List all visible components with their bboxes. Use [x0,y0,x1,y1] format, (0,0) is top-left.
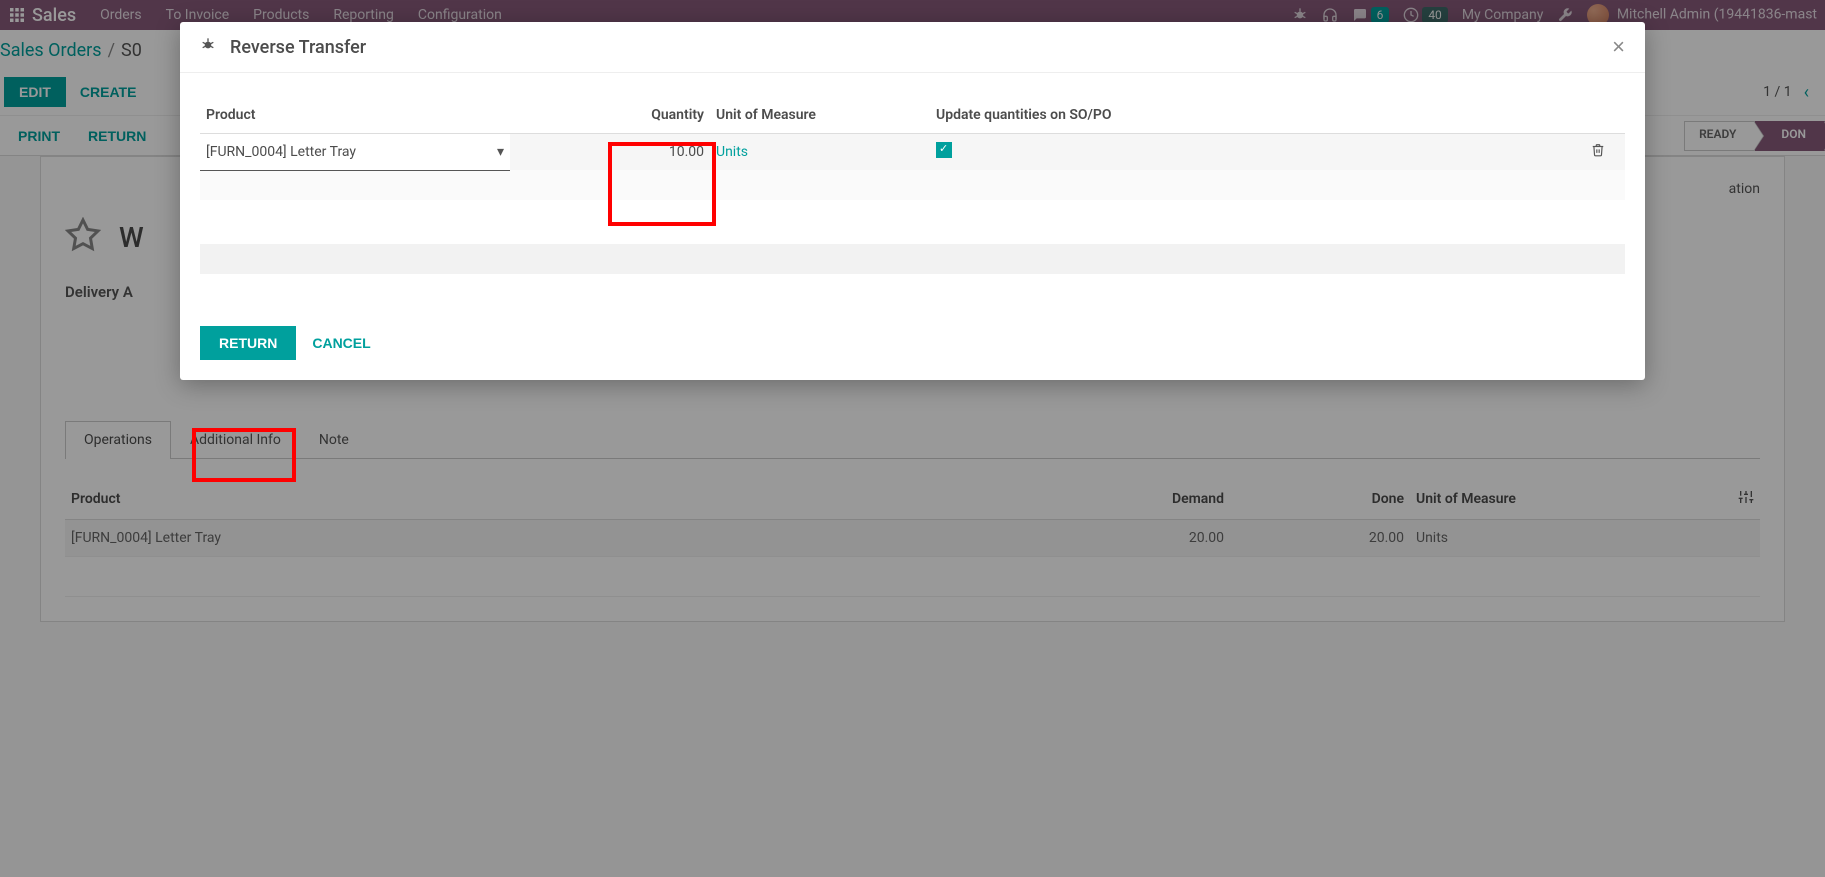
mcell-uom[interactable]: Units [710,134,930,171]
mcol-update[interactable]: Update quantities on SO/PO [930,97,1585,134]
mcell-delete[interactable] [1585,134,1625,171]
mcol-uom[interactable]: Unit of Measure [710,97,930,134]
modal-return-button[interactable]: Return [200,326,296,360]
mcell-quantity[interactable]: 10.00 [510,134,710,171]
spacer-row [200,200,1625,244]
mcol-quantity[interactable]: Quantity [510,97,710,134]
reverse-transfer-modal: Reverse Transfer × Product Quantity Unit… [180,22,1645,380]
mcell-update[interactable] [930,134,1585,171]
modal-cancel-button[interactable]: Cancel [312,335,370,351]
checkbox-checked-icon[interactable] [936,142,952,158]
modal-title: Reverse Transfer [230,37,366,58]
mcol-product[interactable]: Product [200,97,510,134]
spacer-row [200,170,1625,200]
trash-icon[interactable] [1591,145,1605,161]
greybar-row [200,244,1625,274]
modal-header: Reverse Transfer × [180,22,1645,73]
close-icon[interactable]: × [1612,36,1625,58]
uom-link: Units [716,144,748,160]
return-line-row[interactable]: [FURN_0004] Letter Tray ▾ 10.00 Units [200,134,1625,171]
mcell-product[interactable]: [FURN_0004] Letter Tray ▾ [200,134,510,171]
return-lines-table: Product Quantity Unit of Measure Update … [200,97,1625,274]
modal-body: Product Quantity Unit of Measure Update … [180,73,1645,314]
modal-footer: Return Cancel [180,314,1645,380]
chevron-down-icon[interactable]: ▾ [497,144,504,160]
bug-icon[interactable] [200,37,216,57]
product-value: [FURN_0004] Letter Tray [206,144,356,160]
